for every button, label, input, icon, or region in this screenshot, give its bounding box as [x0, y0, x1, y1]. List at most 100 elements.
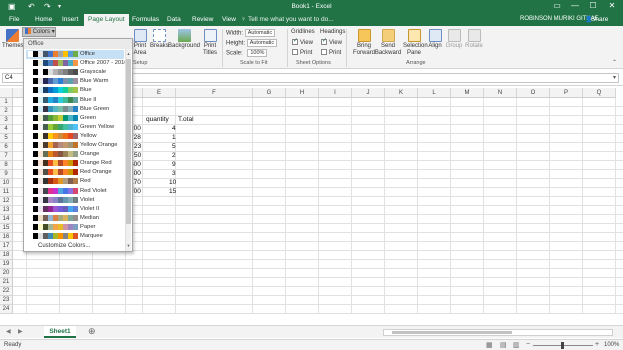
column-header-g[interactable]: G: [253, 88, 286, 98]
close-button[interactable]: ✕: [603, 1, 621, 13]
color-scheme-item[interactable]: Blue II: [26, 96, 124, 105]
rotate-button[interactable]: Rotate: [464, 29, 484, 50]
column-header-e[interactable]: E: [143, 88, 176, 98]
row-header[interactable]: 15: [0, 224, 13, 233]
align-button[interactable]: Align: [427, 29, 443, 50]
color-scheme-item[interactable]: Office 2007 - 2010: [26, 59, 128, 68]
color-scheme-item[interactable]: Orange Red: [26, 159, 124, 168]
tab-view[interactable]: View: [222, 16, 236, 23]
sheet-tab-sheet1[interactable]: Sheet1: [44, 326, 76, 338]
color-scheme-item[interactable]: Violet: [26, 196, 124, 205]
tab-review[interactable]: Review: [192, 16, 213, 23]
maximize-button[interactable]: ☐: [584, 1, 602, 13]
row-header[interactable]: 20: [0, 269, 13, 278]
color-scheme-item[interactable]: Red: [26, 177, 124, 186]
color-scheme-item[interactable]: Paper: [26, 223, 124, 232]
row-header[interactable]: 21: [0, 278, 13, 287]
tab-page-layout[interactable]: Page Layout: [84, 14, 129, 26]
color-scheme-item[interactable]: Office: [26, 50, 124, 59]
row-header[interactable]: 19: [0, 260, 13, 269]
menu-scrollbar-thumb[interactable]: [126, 59, 131, 224]
row-header[interactable]: 6: [0, 143, 13, 152]
ribbon-display-options-icon[interactable]: ▭: [548, 1, 566, 13]
row-header[interactable]: 24: [0, 305, 13, 314]
row-header[interactable]: 18: [0, 251, 13, 260]
themes-button[interactable]: Themes: [2, 29, 24, 50]
breaks-button[interactable]: Breaks: [150, 29, 169, 50]
zoom-slider-thumb[interactable]: [561, 342, 564, 349]
row-header[interactable]: 13: [0, 206, 13, 215]
width-control[interactable]: Width: Automatic: [226, 29, 276, 37]
column-header-q[interactable]: Q: [583, 88, 616, 98]
minimize-button[interactable]: —: [566, 1, 584, 13]
row-header[interactable]: 4: [0, 125, 13, 134]
color-scheme-item[interactable]: Blue: [26, 86, 124, 95]
row-header[interactable]: 14: [0, 215, 13, 224]
customize-colors-item[interactable]: Customize Colors...: [38, 243, 90, 249]
scale-input[interactable]: 100%: [247, 49, 268, 57]
menu-scrollbar[interactable]: ▲ ▼: [125, 49, 131, 251]
row-header[interactable]: 8: [0, 161, 13, 170]
cell-value[interactable]: 3: [172, 170, 176, 177]
send-backward-button[interactable]: Send Backward: [372, 29, 404, 57]
cell-value[interactable]: 23: [134, 143, 141, 150]
expand-formula-icon[interactable]: ▾: [613, 74, 616, 81]
cell-e3-total[interactable]: T.otal: [178, 116, 194, 123]
tell-me-search[interactable]: Tell me what you want to do...: [248, 16, 334, 23]
color-scheme-item[interactable]: Blue Green: [26, 105, 124, 114]
row-header[interactable]: 23: [0, 296, 13, 305]
color-scheme-item[interactable]: Green Yellow: [26, 123, 124, 132]
column-header-p[interactable]: P: [550, 88, 583, 98]
select-all-corner[interactable]: [0, 88, 13, 98]
color-scheme-item[interactable]: Median: [26, 214, 124, 223]
background-button[interactable]: Background: [168, 29, 200, 50]
color-scheme-item[interactable]: Violet II: [26, 205, 124, 214]
column-header-m[interactable]: M: [451, 88, 484, 98]
column-header-l[interactable]: L: [418, 88, 451, 98]
tab-home[interactable]: Home: [35, 16, 52, 23]
tab-file[interactable]: File: [9, 16, 19, 23]
print-titles-button[interactable]: Print Titles: [201, 29, 219, 57]
headings-view-checkbox[interactable]: View: [321, 39, 342, 46]
row-header[interactable]: 16: [0, 233, 13, 242]
color-scheme-item[interactable]: Blue Warm: [26, 77, 124, 86]
page-break-view-icon[interactable]: ▥: [513, 341, 520, 349]
color-scheme-item[interactable]: Red Orange: [26, 168, 124, 177]
color-scheme-item[interactable]: Yellow: [26, 132, 124, 141]
row-header[interactable]: 11: [0, 188, 13, 197]
cell-value[interactable]: 10: [169, 179, 176, 186]
zoom-in-icon[interactable]: +: [595, 341, 599, 348]
scale-control[interactable]: Scale: 100%: [226, 49, 268, 57]
colors-button[interactable]: Colors ▾: [22, 27, 56, 37]
selection-pane-button[interactable]: Selection Pane: [403, 29, 428, 57]
share-button[interactable]: Share: [591, 16, 608, 23]
width-select[interactable]: Automatic: [244, 29, 276, 37]
cell-value[interactable]: 4: [172, 125, 176, 132]
row-header[interactable]: 2: [0, 107, 13, 116]
column-header-j[interactable]: J: [352, 88, 385, 98]
row-header[interactable]: 17: [0, 242, 13, 251]
next-sheet-icon[interactable]: ▶: [18, 328, 23, 335]
column-header-f[interactable]: F: [176, 88, 253, 98]
cell-value[interactable]: 50: [134, 152, 141, 159]
column-header-n[interactable]: N: [484, 88, 517, 98]
scroll-down-icon[interactable]: ▼: [126, 243, 131, 248]
cell-d3-quantity[interactable]: quantity: [146, 116, 169, 123]
collapse-ribbon-icon[interactable]: ⌃: [612, 59, 617, 66]
height-select[interactable]: Automatic: [246, 39, 278, 47]
color-scheme-item[interactable]: Green: [26, 114, 124, 123]
gridlines-print-checkbox[interactable]: Print: [292, 49, 312, 56]
tab-data[interactable]: Data: [167, 16, 181, 23]
tab-insert[interactable]: Insert: [62, 16, 78, 23]
gridlines-view-checkbox[interactable]: View: [292, 39, 313, 46]
cell-value[interactable]: 5: [172, 143, 176, 150]
row-header[interactable]: 3: [0, 116, 13, 125]
cell-value[interactable]: 9: [172, 161, 176, 168]
add-sheet-icon[interactable]: ⊕: [88, 326, 96, 337]
row-header[interactable]: 22: [0, 287, 13, 296]
group-button[interactable]: Group: [445, 29, 463, 50]
tab-formulas[interactable]: Formulas: [132, 16, 159, 23]
zoom-out-icon[interactable]: −: [526, 341, 530, 348]
color-scheme-item[interactable]: Yellow Orange: [26, 141, 124, 150]
color-scheme-item[interactable]: Marquee: [26, 232, 124, 241]
